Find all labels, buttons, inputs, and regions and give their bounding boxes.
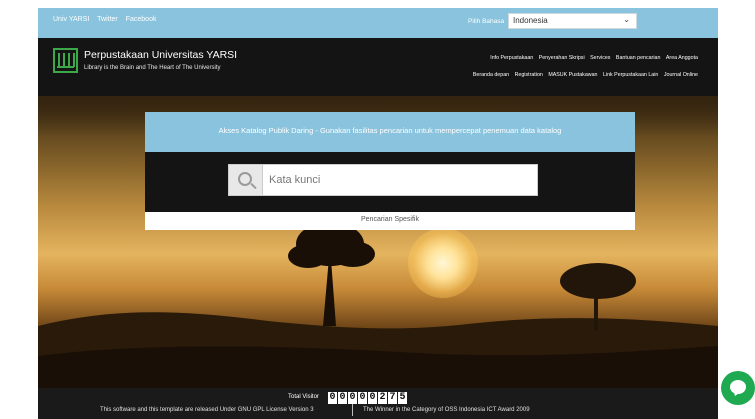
nav-link-perpustakaan-lain[interactable]: Link Perpustakaan Lain [603,72,658,78]
top-links: Univ YARSI Twitter Facebook [53,16,162,23]
search-box [228,164,538,196]
nav-bantuan-pencarian[interactable]: Bantuan pencarian [616,55,660,61]
search-icon[interactable] [229,165,263,195]
counter-digit: 0 [338,392,347,404]
library-logo-icon[interactable] [53,48,78,73]
link-twitter[interactable]: Twitter [97,16,118,23]
counter-digit: 5 [398,392,407,404]
footer-divider [352,404,353,416]
visitor-counter: 0 0 0 0 0 2 7 5 [328,392,408,404]
advanced-search-bar[interactable]: Pencarian Spesifik [145,212,635,230]
nav-journal-online[interactable]: Journal Online [664,72,698,78]
nav-row-primary: Info Perpustakaan Penyerahan Skripsi Ser… [486,55,698,61]
page-frame: Univ YARSI Twitter Facebook Pilih Bahasa… [38,8,718,419]
license-text: This software and this template are rele… [100,407,314,413]
site-footer: Total Visitor 0 0 0 0 0 2 7 5 This softw… [38,388,718,419]
chat-button[interactable] [721,371,755,405]
site-tagline: Library is the Brain and The Heart of Th… [84,65,221,71]
advanced-search-link[interactable]: Pencarian Spesifik [145,212,635,223]
counter-digit: 0 [358,392,367,404]
counter-digit: 0 [328,392,337,404]
chevron-down-icon: ⌄ [623,15,630,24]
hero-background: Akses Katalog Publik Daring - Gunakan fa… [38,96,718,388]
language-label: Pilih Bahasa [468,18,505,25]
link-univ-yarsi[interactable]: Univ YARSI [53,16,89,23]
search-input[interactable] [269,171,529,189]
counter-digit: 2 [378,392,387,404]
nav-masuk-pustakawan[interactable]: MASUK Pustakawan [548,72,597,78]
nav-services[interactable]: Services [590,55,610,61]
award-text: The Winner in the Category of OSS Indone… [363,407,530,413]
nav-beranda-depan[interactable]: Beranda depan [473,72,509,78]
search-banner-text: Akses Katalog Publik Daring - Gunakan fa… [218,126,562,135]
search-area [145,152,635,212]
language-value: Indonesia [513,16,548,25]
top-bar: Univ YARSI Twitter Facebook Pilih Bahasa… [38,8,718,38]
language-select[interactable]: Indonesia ⌄ [508,13,637,29]
counter-digit: 0 [348,392,357,404]
nav-area-anggota[interactable]: Area Anggota [666,55,698,61]
search-banner: Akses Katalog Publik Daring - Gunakan fa… [145,112,635,152]
nav-row-secondary: Beranda depan Registration MASUK Pustaka… [469,72,698,78]
counter-digit: 7 [388,392,397,404]
search-panel: Akses Katalog Publik Daring - Gunakan fa… [145,112,635,230]
link-facebook[interactable]: Facebook [126,16,157,23]
nav-info-perpustakaan[interactable]: Info Perpustakaan [490,55,533,61]
counter-digit: 0 [368,392,377,404]
nav-registration[interactable]: Registration [515,72,543,78]
nav-penyerahan-skripsi[interactable]: Penyerahan Skripsi [539,55,585,61]
site-title[interactable]: Perpustakaan Universitas YARSI [84,49,237,61]
site-header: Perpustakaan Universitas YARSI Library i… [38,38,718,96]
visitor-label: Total Visitor [288,394,319,400]
